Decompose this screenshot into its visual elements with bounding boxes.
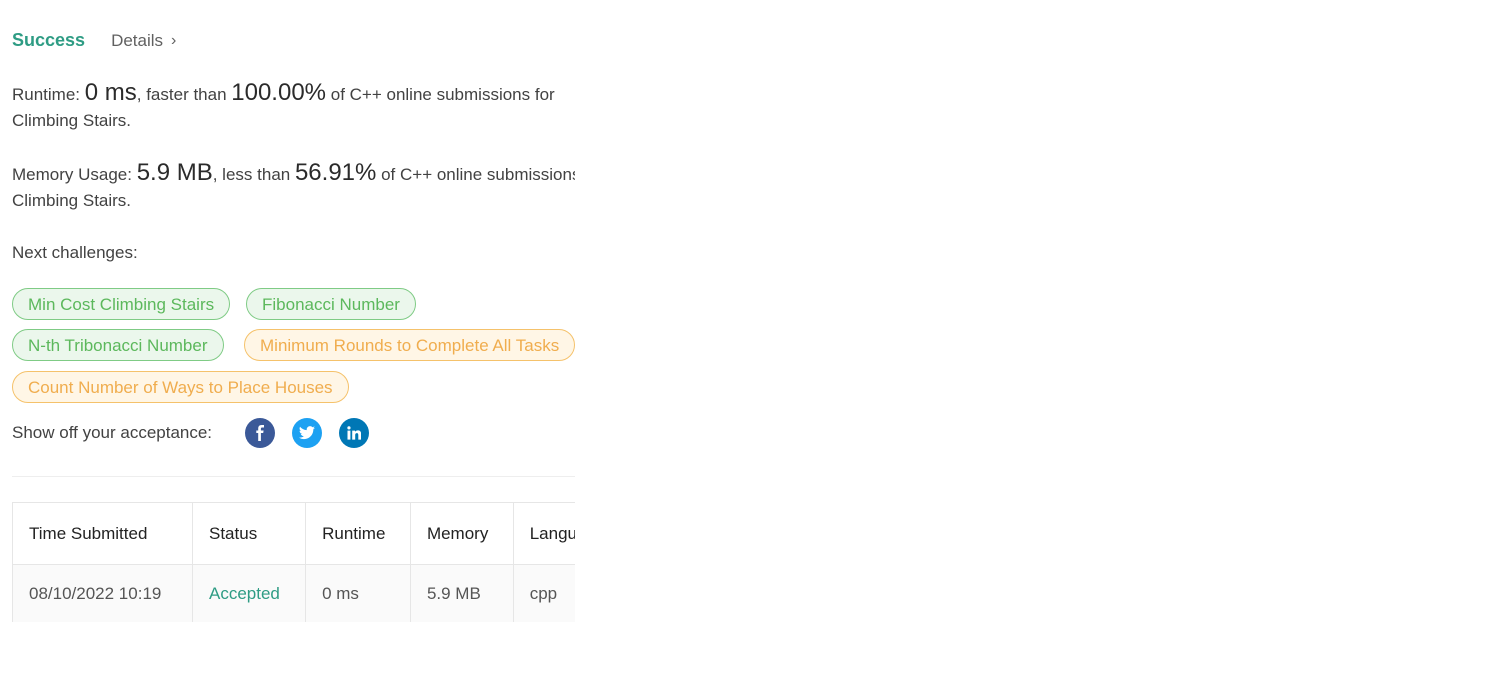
- twitter-icon[interactable]: [292, 418, 323, 448]
- runtime-problem: Climbing Stairs.: [12, 111, 132, 130]
- cell-status-link[interactable]: Accepted: [191, 564, 307, 622]
- facebook-icon[interactable]: [245, 418, 276, 448]
- challenge-chip-min-cost-climbing-stairs[interactable]: Min Cost Climbing Stairs: [12, 288, 231, 320]
- runtime-percent: 100.00%: [231, 79, 327, 106]
- next-challenges-label: Next challenges:: [12, 243, 138, 262]
- divider: [12, 476, 575, 477]
- challenge-chip-count-ways-place-houses[interactable]: Count Number of Ways to Place Houses: [12, 371, 349, 403]
- header-status[interactable]: Status: [191, 502, 307, 565]
- share-label: Show off your acceptance:: [12, 423, 213, 442]
- memory-value: 5.9 MB: [136, 159, 213, 186]
- challenge-chip-fibonacci-number[interactable]: Fibonacci Number: [246, 288, 416, 320]
- memory-stat: Memory Usage: 5.9 MB, less than 56.91% o…: [12, 160, 575, 214]
- cell-runtime: 0 ms: [305, 564, 411, 622]
- runtime-middle: , faster than: [136, 85, 232, 104]
- memory-middle: , less than: [212, 165, 295, 184]
- cell-time-submitted: 08/10/2022 10:19: [12, 564, 193, 622]
- challenge-chip-minimum-rounds[interactable]: Minimum Rounds to Complete All Tasks: [244, 329, 575, 361]
- runtime-value: 0 ms: [84, 79, 137, 106]
- memory-problem: Climbing Stairs.: [12, 191, 132, 210]
- memory-prefix: Memory Usage:: [12, 165, 137, 184]
- runtime-prefix: Runtime:: [12, 85, 85, 104]
- challenge-chip-nth-tribonacci-number[interactable]: N-th Tribonacci Number: [12, 329, 224, 361]
- header-language[interactable]: Language: [512, 502, 575, 565]
- linkedin-icon[interactable]: [339, 418, 370, 448]
- cell-language: cpp: [512, 564, 575, 622]
- result-header: Success Details ›: [12, 30, 176, 51]
- submission-result-panel: Success Details › Runtime: 0 ms, faster …: [12, 0, 575, 622]
- header-runtime[interactable]: Runtime: [305, 502, 411, 565]
- table-row[interactable]: 08/10/2022 10:19 Accepted 0 ms 5.9 MB cp…: [12, 564, 575, 622]
- runtime-suffix: of C++ online submissions for: [326, 85, 555, 104]
- header-time-submitted[interactable]: Time Submitted: [12, 502, 193, 565]
- memory-percent: 56.91%: [294, 159, 377, 186]
- chevron-right-icon: ›: [171, 31, 177, 49]
- memory-suffix: of C++ online submissions for: [381, 165, 575, 184]
- share-row: Show off your acceptance:: [12, 418, 370, 448]
- status-success: Success: [12, 30, 86, 50]
- runtime-stat: Runtime: 0 ms, faster than 100.00% of C+…: [12, 80, 575, 134]
- details-link[interactable]: Details ›: [111, 31, 176, 51]
- cell-memory: 5.9 MB: [409, 564, 514, 622]
- table-header-row: Time Submitted Status Runtime Memory Lan…: [12, 502, 575, 565]
- header-memory[interactable]: Memory: [409, 502, 514, 565]
- details-label: Details: [111, 30, 164, 50]
- submissions-table: Time Submitted Status Runtime Memory Lan…: [12, 502, 575, 622]
